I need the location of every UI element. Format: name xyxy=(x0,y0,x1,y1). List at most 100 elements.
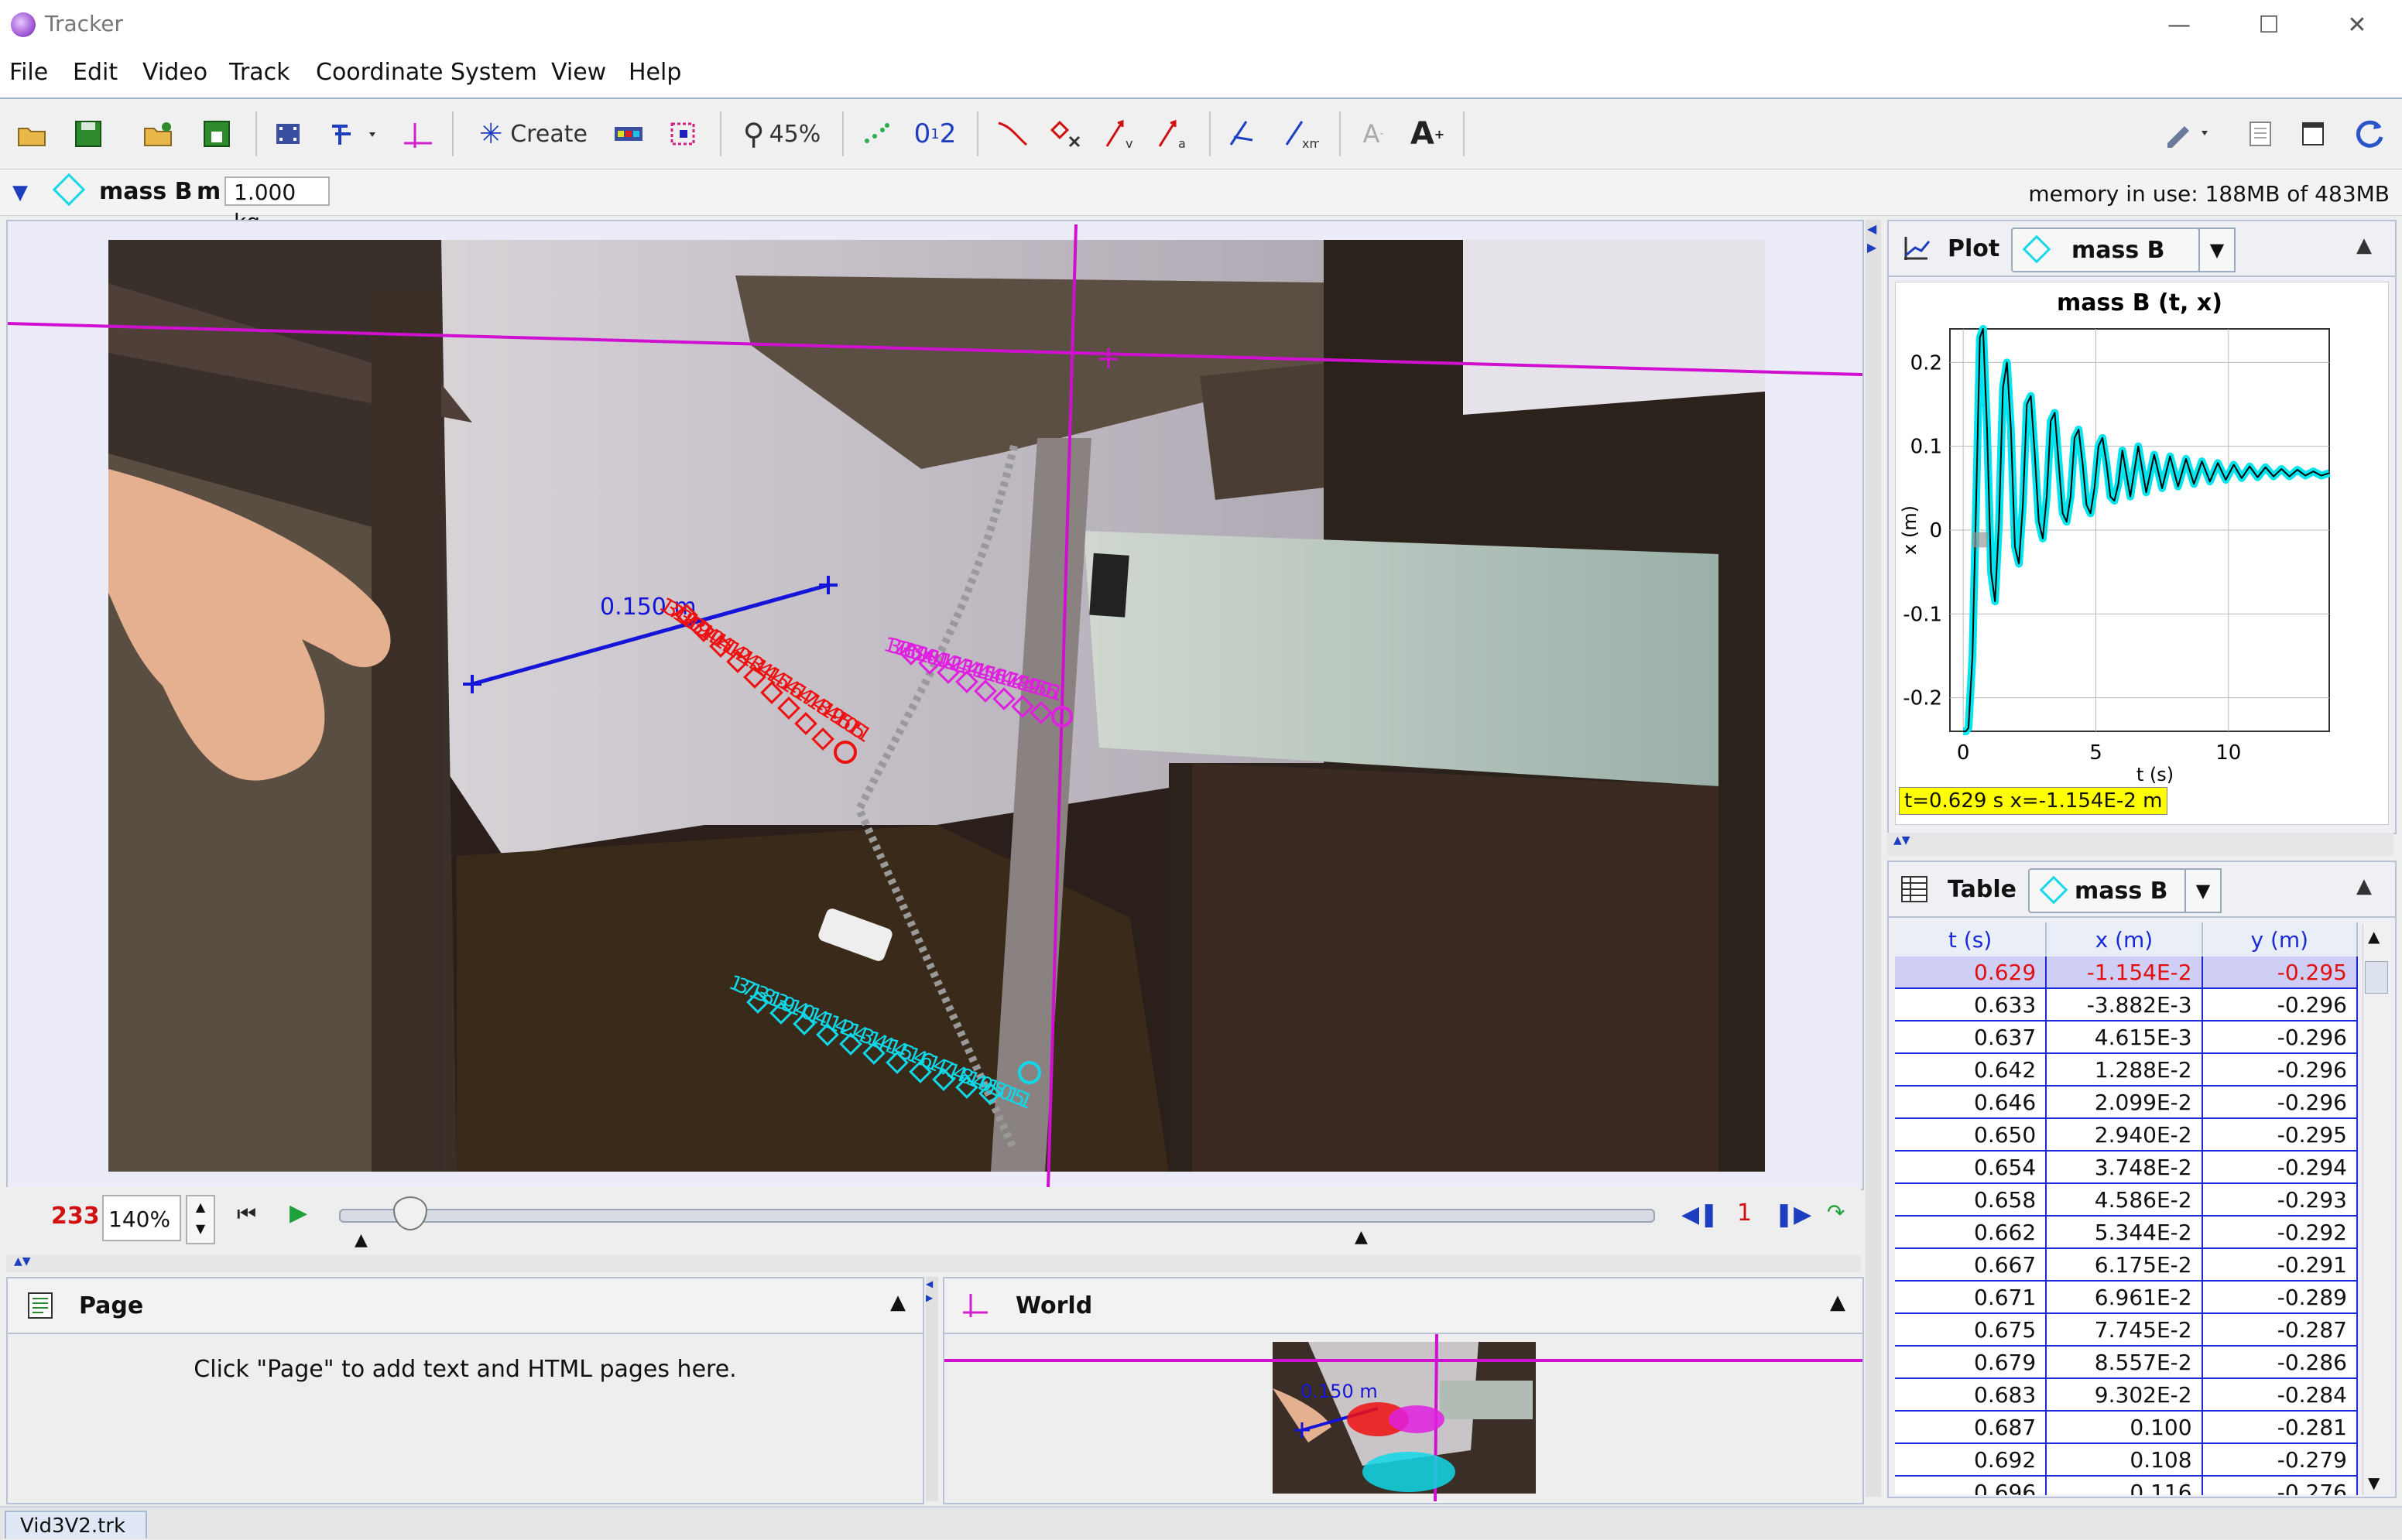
mass-icon[interactable] xyxy=(664,113,704,155)
cell-x[interactable]: 0.108 xyxy=(2046,1443,2203,1477)
clip-settings-icon[interactable] xyxy=(268,113,308,155)
table-row[interactable]: 0.675 7.745E-2 -0.287 xyxy=(1895,1313,2358,1347)
cell-t[interactable]: 0.679 xyxy=(1895,1346,2047,1379)
step-back-icon[interactable]: ◀❚ xyxy=(1681,1201,1718,1228)
table-row[interactable]: 0.658 4.586E-2 -0.293 xyxy=(1895,1183,2358,1217)
table-row[interactable]: 0.646 2.099E-2 -0.296 xyxy=(1895,1086,2358,1119)
cell-x[interactable]: 3.748E-2 xyxy=(2046,1151,2203,1184)
menu-help[interactable]: Help xyxy=(629,59,681,86)
cell-t[interactable]: 0.696 xyxy=(1895,1476,2047,1495)
cell-t[interactable]: 0.687 xyxy=(1895,1411,2047,1444)
cell-x[interactable]: 2.099E-2 xyxy=(2046,1086,2203,1119)
menu-video[interactable]: Video xyxy=(142,59,207,86)
cell-x[interactable]: 5.344E-2 xyxy=(2046,1216,2203,1249)
cell-x[interactable]: 8.557E-2 xyxy=(2046,1346,2203,1379)
cell-y[interactable]: -0.296 xyxy=(2202,988,2358,1022)
cell-y[interactable]: -0.293 xyxy=(2202,1183,2358,1217)
frame-slider[interactable] xyxy=(339,1209,1655,1223)
minimize-icon[interactable]: — xyxy=(2144,6,2214,43)
rewind-icon[interactable]: ⏮ xyxy=(237,1201,256,1227)
cell-t[interactable]: 0.683 xyxy=(1895,1378,2047,1412)
table-track-dropdown-icon[interactable]: ▼ xyxy=(2184,868,2222,913)
trails-icon[interactable] xyxy=(856,113,896,155)
cell-y[interactable]: -0.281 xyxy=(2202,1411,2358,1444)
collapse-world-icon[interactable]: ▲ xyxy=(1830,1291,1845,1314)
cell-x[interactable]: -1.154E-2 xyxy=(2046,957,2203,989)
vertical-splitter[interactable]: ◀ ▶ xyxy=(1866,220,1881,1497)
save-icon[interactable] xyxy=(68,113,108,155)
cell-x[interactable]: 0.100 xyxy=(2046,1411,2203,1444)
refresh-icon[interactable] xyxy=(2347,113,2390,155)
open-icon[interactable] xyxy=(12,113,53,155)
page-header-label[interactable]: Page xyxy=(79,1292,143,1319)
axes-icon[interactable] xyxy=(398,113,438,155)
table-row[interactable]: 0.692 0.108 -0.279 xyxy=(1895,1443,2358,1477)
color-icon[interactable] xyxy=(608,113,649,155)
cell-t[interactable]: 0.642 xyxy=(1895,1053,2047,1087)
markers-icon[interactable] xyxy=(1047,113,1087,155)
table-row[interactable]: 0.654 3.748E-2 -0.294 xyxy=(1895,1151,2358,1184)
cell-y[interactable]: -0.276 xyxy=(2202,1476,2358,1495)
step-forward-icon[interactable]: ❚▶ xyxy=(1774,1201,1811,1228)
labels-icon[interactable]: 012 xyxy=(912,113,958,155)
table-scrollbar[interactable]: ▲ ▼ xyxy=(2363,924,2390,1495)
video-frame[interactable] xyxy=(108,240,1765,1189)
cell-t[interactable]: 0.692 xyxy=(1895,1443,2047,1477)
cell-x[interactable]: 6.175E-2 xyxy=(2046,1248,2203,1282)
end-frame-marker[interactable]: ▲ xyxy=(1355,1227,1368,1247)
collapse-plot-icon[interactable]: ▲ xyxy=(2356,234,2372,257)
table-row[interactable]: 0.671 6.961E-2 -0.289 xyxy=(1895,1281,2358,1314)
playback-zoom-field[interactable]: 140% xyxy=(102,1195,181,1241)
world-view[interactable]: 0.150 m xyxy=(944,1334,1862,1501)
slider-thumb[interactable] xyxy=(393,1196,427,1230)
menu-track[interactable]: Track xyxy=(229,59,290,86)
zoom-button[interactable]: ⚲ 45% xyxy=(734,113,830,155)
cell-x[interactable]: 4.615E-3 xyxy=(2046,1021,2203,1054)
create-button[interactable]: ✳ Create xyxy=(468,113,599,155)
velocity-icon[interactable]: v xyxy=(1099,113,1143,155)
cell-y[interactable]: -0.296 xyxy=(2202,1021,2358,1054)
cell-y[interactable]: -0.291 xyxy=(2202,1248,2358,1282)
table-row[interactable]: 0.667 6.175E-2 -0.291 xyxy=(1895,1248,2358,1282)
table-track-selector[interactable]: mass B xyxy=(2028,868,2186,913)
cell-y[interactable]: -0.296 xyxy=(2202,1086,2358,1119)
open-folder-icon[interactable] xyxy=(139,113,180,155)
cell-y[interactable]: -0.292 xyxy=(2202,1216,2358,1249)
cell-x[interactable]: -3.882E-3 xyxy=(2046,988,2203,1022)
step-size[interactable]: 1 xyxy=(1737,1199,1752,1227)
properties-icon[interactable] xyxy=(2294,113,2332,155)
center-of-mass-icon[interactable]: xm xyxy=(1279,113,1322,155)
cell-t[interactable]: 0.654 xyxy=(1895,1151,2047,1184)
cell-y[interactable]: -0.294 xyxy=(2202,1151,2358,1184)
track-name[interactable]: mass B xyxy=(99,178,193,205)
table-row[interactable]: 0.642 1.288E-2 -0.296 xyxy=(1895,1053,2358,1087)
table-row[interactable]: 0.687 0.100 -0.281 xyxy=(1895,1411,2358,1444)
track-dropdown-icon[interactable]: ▼ xyxy=(12,181,28,204)
column-header-y[interactable]: y (m) xyxy=(2202,922,2358,957)
menu-coordinate-system[interactable]: Coordinate System xyxy=(316,59,537,86)
table-row[interactable]: 0.633 -3.882E-3 -0.296 xyxy=(1895,988,2358,1022)
table-row[interactable]: 0.629 -1.154E-2 -0.295 xyxy=(1895,957,2358,989)
cell-y[interactable]: -0.284 xyxy=(2202,1378,2358,1412)
menu-edit[interactable]: Edit xyxy=(73,59,118,86)
vectors-icon[interactable] xyxy=(1223,113,1266,155)
pencil-icon[interactable] xyxy=(2158,113,2220,155)
loop-icon[interactable]: ↷ xyxy=(1827,1199,1845,1225)
file-tab[interactable]: Vid3V2.trk xyxy=(5,1511,147,1538)
cell-t[interactable]: 0.637 xyxy=(1895,1021,2047,1054)
cell-y[interactable]: -0.296 xyxy=(2202,1053,2358,1087)
scrollbar-thumb[interactable] xyxy=(2365,961,2388,994)
maximize-icon[interactable]: ☐ xyxy=(2234,6,2304,43)
cell-y[interactable]: -0.286 xyxy=(2202,1346,2358,1379)
cell-x[interactable]: 1.288E-2 xyxy=(2046,1053,2203,1087)
start-frame-marker[interactable]: ▲ xyxy=(355,1230,368,1250)
cell-t[interactable]: 0.629 xyxy=(1895,957,2047,989)
plot-area[interactable]: mass B (t, x) 0 5 10 0.2 0.1 0 -0.1 -0.2 t (s) x (… xyxy=(1895,282,2389,825)
data-table-area[interactable]: t (s) x (m) y (m) 0.629 -1.154E-2 -0.295 0.… xyxy=(1895,922,2358,1495)
cell-x[interactable]: 4.586E-2 xyxy=(2046,1183,2203,1217)
cell-t[interactable]: 0.667 xyxy=(1895,1248,2047,1282)
font-small-icon[interactable]: A- xyxy=(1353,113,1393,155)
menu-view[interactable]: View xyxy=(551,59,606,86)
zoom-spinner[interactable]: ▲ ▼ xyxy=(186,1195,215,1244)
table-row[interactable]: 0.679 8.557E-2 -0.286 xyxy=(1895,1346,2358,1379)
